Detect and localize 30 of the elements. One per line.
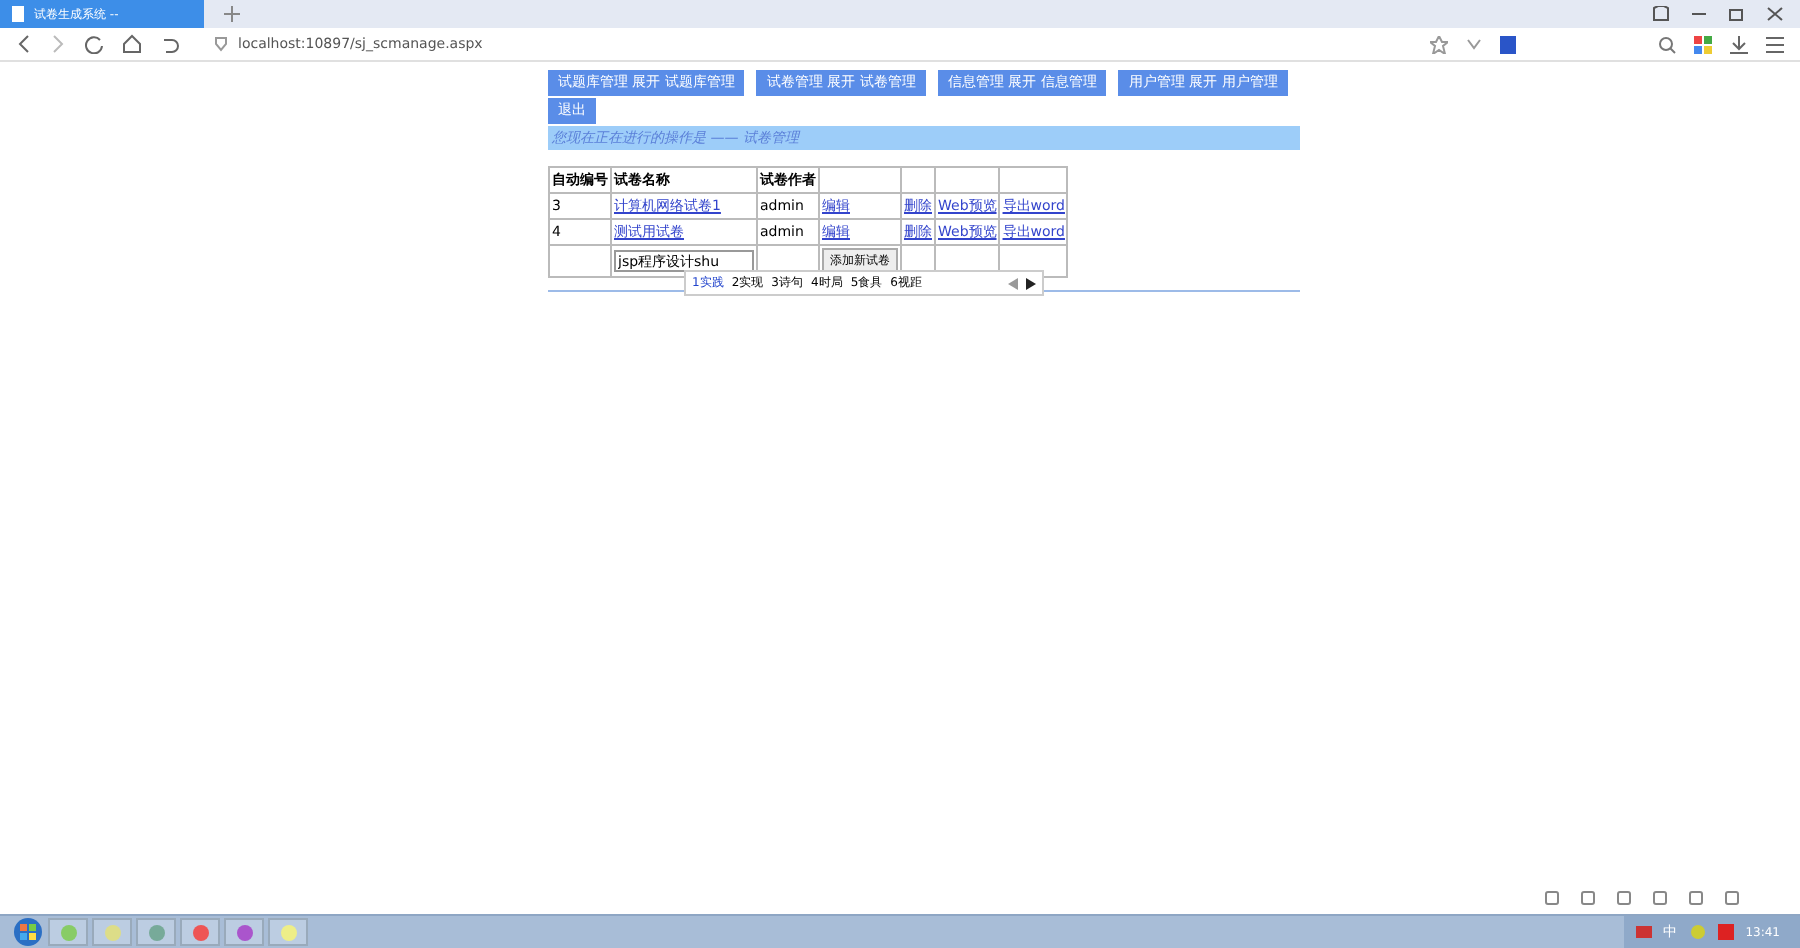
chevron-icon[interactable]	[1466, 36, 1482, 52]
menu-icon[interactable]	[1766, 35, 1784, 53]
forward-icon[interactable]	[50, 34, 66, 54]
new-tab-icon[interactable]	[224, 6, 240, 22]
taskbar-app[interactable]	[224, 918, 264, 946]
page-icon	[12, 6, 24, 22]
home-icon[interactable]	[122, 34, 142, 54]
undo-icon[interactable]	[160, 34, 180, 54]
download-icon[interactable]	[1730, 35, 1748, 53]
restore-icon[interactable]	[1728, 6, 1746, 22]
bookmark-star-icon[interactable]	[1430, 35, 1448, 53]
close-icon[interactable]	[1766, 6, 1784, 22]
search-engine-icon	[1500, 35, 1516, 53]
search-icon[interactable]	[1658, 35, 1676, 53]
right-arrow-icon[interactable]	[1026, 277, 1036, 289]
app-icon	[235, 923, 253, 941]
taskbar-app[interactable]	[268, 918, 308, 946]
refresh-icon[interactable]	[84, 34, 104, 54]
left-arrow-icon[interactable]	[1008, 277, 1018, 289]
app-icon	[147, 923, 165, 941]
flag-icon[interactable]	[1717, 924, 1734, 940]
back-icon[interactable]	[16, 34, 32, 54]
taskbar-app[interactable]	[180, 918, 220, 946]
shield-icon	[214, 36, 228, 52]
grid-icon[interactable]	[1694, 35, 1712, 53]
start-button-icon[interactable]	[12, 918, 44, 946]
app-icon	[191, 923, 209, 941]
app-icon	[279, 923, 297, 941]
app-icon	[103, 923, 121, 941]
app-icon	[59, 923, 77, 941]
